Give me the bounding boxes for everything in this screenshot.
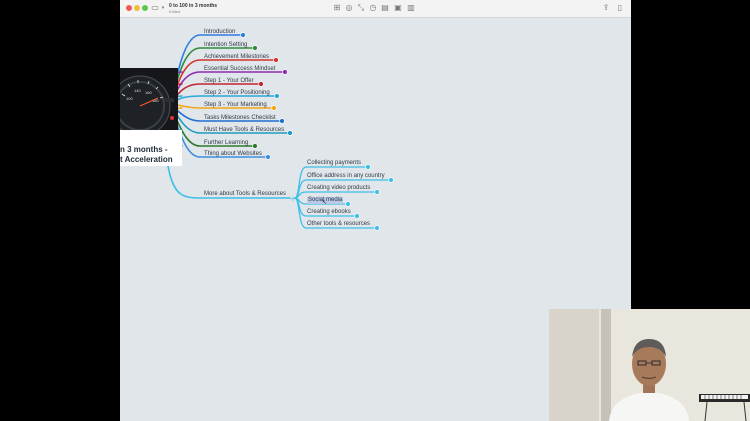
- branch-further-learning-handle-icon[interactable]: [252, 143, 258, 149]
- branch-intention-setting-handle-icon[interactable]: [252, 45, 258, 51]
- svg-text:140: 140: [134, 88, 141, 93]
- branch-essential-success-mindset-handle-icon[interactable]: [282, 69, 288, 75]
- central-topic[interactable]: n 3 months - t Acceleration: [120, 130, 182, 166]
- branch-achievement-milestones-handle-icon[interactable]: [273, 57, 279, 63]
- subtopic-creating-ebooks-handle-icon[interactable]: [354, 213, 360, 219]
- subtopic-social-media-handle-icon[interactable]: [345, 201, 351, 207]
- speedometer-image: 100 140 160 180: [120, 68, 178, 130]
- central-topic-image: 100 140 160 180: [120, 68, 178, 130]
- subtopic-collecting-payments-label[interactable]: Collecting payments: [307, 160, 361, 167]
- branch-step-3-your-marketing-label[interactable]: Step 3 - Your Marketing: [204, 102, 267, 109]
- branch-introduction-handle-icon[interactable]: [240, 32, 246, 38]
- subtopic-other-tools-resources-handle-icon[interactable]: [374, 225, 380, 231]
- branch-achievement-milestones-label[interactable]: Achievement Milestones: [204, 54, 269, 61]
- subtopic-other-tools-resources-label[interactable]: Other tools & resources: [307, 221, 370, 228]
- subtopic-creating-video-products-label[interactable]: Creating video products: [307, 185, 370, 192]
- presenter-video: [549, 309, 750, 421]
- central-topic-line1: n 3 months -: [120, 145, 168, 154]
- branch-further-learning-label[interactable]: Further Learning: [204, 140, 248, 147]
- subtopic-collecting-payments-link: [294, 166, 369, 199]
- subtopic-office-address-in-any-country-label[interactable]: Office address in any country: [307, 173, 385, 180]
- subtopic-creating-video-products-handle-icon[interactable]: [374, 189, 380, 195]
- branch-step-1-your-offer-label[interactable]: Step 1 - Your Offer: [204, 78, 254, 85]
- subtopic-collecting-payments-handle-icon[interactable]: [365, 164, 371, 170]
- branch-step-3-your-marketing-handle-icon[interactable]: [271, 105, 277, 111]
- mouse-cursor-icon: ↖: [322, 200, 328, 206]
- subtopic-office-address-in-any-country-handle-icon[interactable]: [388, 177, 394, 183]
- branch-introduction-label[interactable]: Introduction: [204, 29, 235, 36]
- branch-thing-about-websites-handle-icon[interactable]: [265, 154, 271, 160]
- branch-step-1-your-offer-handle-icon[interactable]: [258, 81, 264, 87]
- branch-step-2-your-positioning-label[interactable]: Step 2 - Your Positioning: [204, 90, 270, 97]
- svg-text:160: 160: [145, 90, 152, 95]
- branch-tasks-milestones-checklist-handle-icon[interactable]: [279, 118, 285, 124]
- subtopic-creating-ebooks-label[interactable]: Creating ebooks: [307, 209, 351, 216]
- branch-must-have-tools-resources-label[interactable]: Must Have Tools & Resources: [204, 127, 284, 134]
- webcam-overlay: [549, 309, 750, 421]
- branch-must-have-tools-resources-handle-icon[interactable]: [287, 130, 293, 136]
- svg-text:100: 100: [126, 96, 133, 101]
- add-subtopic-icon[interactable]: +: [290, 195, 296, 203]
- branch-more-about-tools-resources-label[interactable]: More about Tools & Resources: [204, 191, 286, 198]
- branch-essential-success-mindset-label[interactable]: Essential Success Mindset: [204, 66, 275, 73]
- central-topic-line2: t Acceleration: [120, 155, 173, 164]
- branch-step-2-your-positioning-handle-icon[interactable]: [274, 93, 280, 99]
- branch-intention-setting-label[interactable]: Intention Setting: [204, 42, 247, 49]
- branch-thing-about-websites-label[interactable]: Thing about Websites: [204, 151, 262, 158]
- branch-tasks-milestones-checklist-label[interactable]: Tasks Milestones Checklist: [204, 115, 276, 122]
